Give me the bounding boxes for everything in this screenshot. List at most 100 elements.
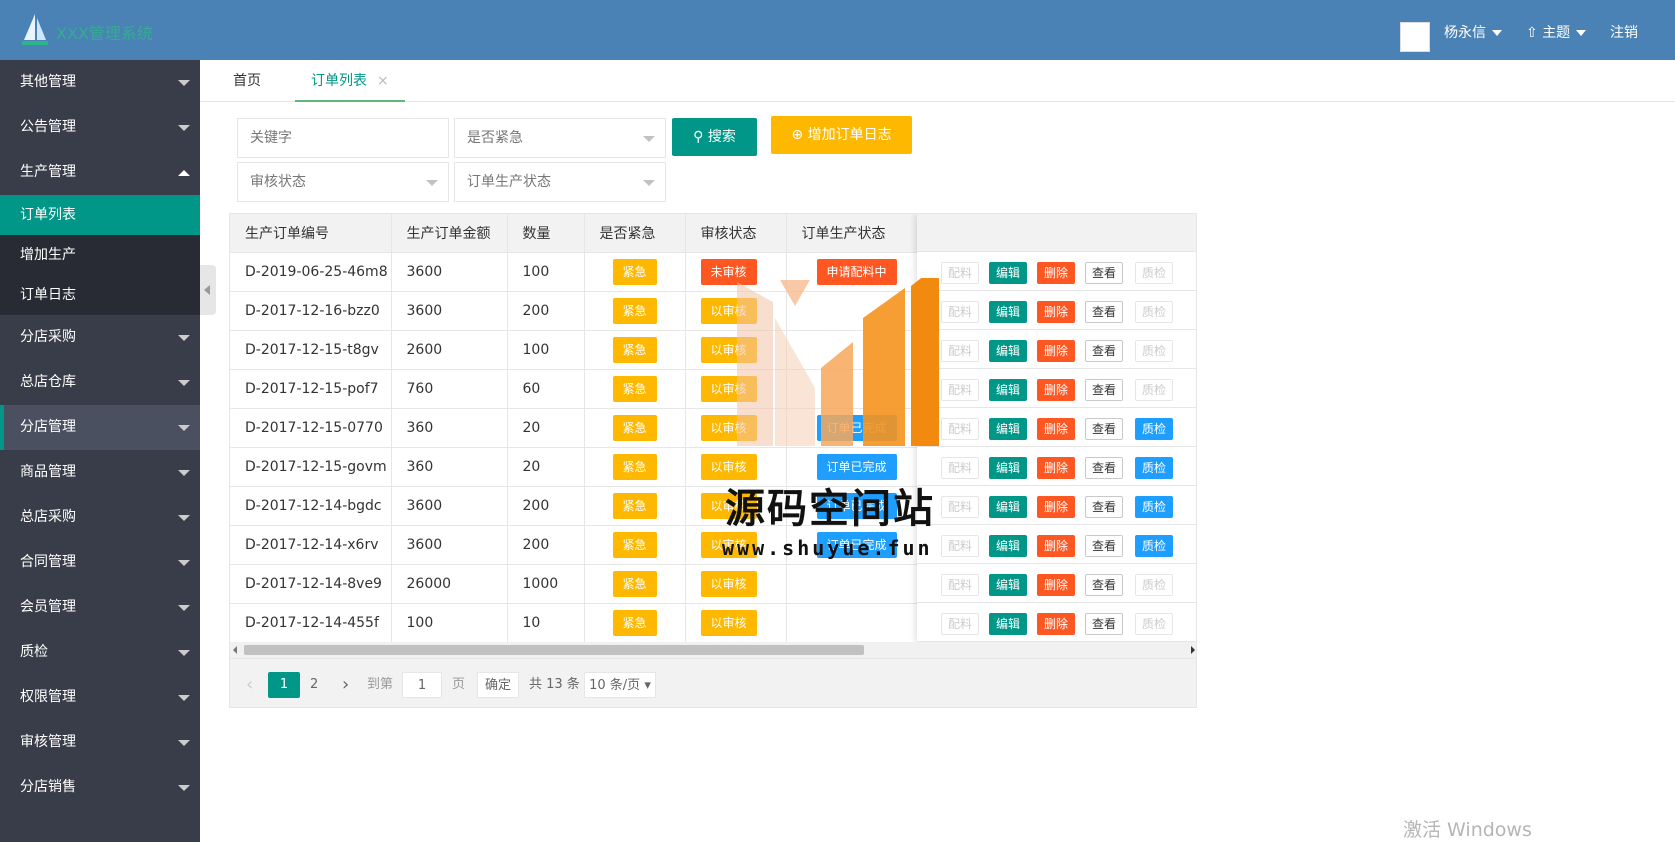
search-button[interactable]: ⚲ 搜索 bbox=[672, 118, 757, 156]
sidebar-item-qc[interactable]: 质检 bbox=[0, 630, 200, 675]
delete-button[interactable]: 删除 bbox=[1037, 340, 1076, 362]
scroll-right-icon[interactable] bbox=[1191, 646, 1195, 654]
edit-button[interactable]: 编辑 bbox=[989, 574, 1028, 596]
scroll-left-icon[interactable] bbox=[233, 646, 237, 654]
view-button[interactable]: 查看 bbox=[1085, 457, 1124, 479]
sidebar-item-production[interactable]: 生产管理 bbox=[0, 150, 200, 195]
delete-button[interactable]: 删除 bbox=[1037, 457, 1076, 479]
sidebar-item-branch-sales[interactable]: 分店销售 bbox=[0, 765, 200, 810]
page-size-value: 10 条/页 bbox=[589, 678, 641, 693]
close-icon[interactable]: × bbox=[377, 73, 389, 89]
watermark-title: 源码空间站 bbox=[725, 486, 935, 532]
qc-button[interactable]: 质检 bbox=[1135, 496, 1174, 518]
edit-button[interactable]: 编辑 bbox=[989, 457, 1028, 479]
sidebar-item-notice[interactable]: 公告管理 bbox=[0, 105, 200, 150]
sidebar-item-member[interactable]: 会员管理 bbox=[0, 585, 200, 630]
col-production[interactable]: 订单生产状态 bbox=[786, 214, 918, 253]
page-suffix: 页 bbox=[452, 677, 466, 692]
goto-label: 到第 bbox=[367, 677, 394, 692]
edit-button[interactable]: 编辑 bbox=[989, 535, 1028, 557]
theme-label: 主题 bbox=[1542, 25, 1571, 41]
production-status-select[interactable]: 订单生产状态 bbox=[454, 162, 666, 202]
cell-qty: 100 bbox=[507, 330, 585, 370]
material-button: 配料 bbox=[941, 496, 980, 518]
cell-qty: 10 bbox=[507, 603, 585, 643]
cell-amount: 360 bbox=[391, 447, 508, 487]
app-logo-text: XXX管理系统 bbox=[56, 24, 153, 43]
view-button[interactable]: 查看 bbox=[1085, 535, 1124, 557]
edit-button[interactable]: 编辑 bbox=[989, 379, 1028, 401]
delete-button[interactable]: 删除 bbox=[1037, 613, 1076, 635]
tab-order-list[interactable]: 订单列表 × bbox=[295, 60, 405, 102]
user-avatar[interactable] bbox=[1400, 22, 1430, 52]
next-page-button[interactable]: › bbox=[342, 672, 349, 698]
delete-button[interactable]: 删除 bbox=[1037, 574, 1076, 596]
view-button[interactable]: 查看 bbox=[1085, 613, 1124, 635]
delete-button[interactable]: 删除 bbox=[1037, 262, 1076, 284]
edit-button[interactable]: 编辑 bbox=[989, 340, 1028, 362]
sidebar-item-permission[interactable]: 权限管理 bbox=[0, 675, 200, 720]
theme-menu[interactable]: ⇧ 主题 bbox=[1526, 22, 1587, 42]
logout-link[interactable]: 注销 bbox=[1610, 22, 1638, 42]
edit-button[interactable]: 编辑 bbox=[989, 496, 1028, 518]
horizontal-scrollbar[interactable] bbox=[230, 642, 1196, 658]
delete-button[interactable]: 删除 bbox=[1037, 301, 1076, 323]
view-button[interactable]: 查看 bbox=[1085, 418, 1124, 440]
sidebar-item-goods[interactable]: 商品管理 bbox=[0, 450, 200, 495]
sidebar-subitem-add-production[interactable]: 增加生产 bbox=[0, 235, 200, 275]
goto-page-input[interactable]: 1 bbox=[402, 672, 442, 698]
qc-button[interactable]: 质检 bbox=[1135, 535, 1174, 557]
sidebar-subitem-order-list[interactable]: 订单列表 bbox=[0, 195, 200, 235]
user-menu[interactable]: 杨永信 bbox=[1444, 22, 1502, 42]
view-button[interactable]: 查看 bbox=[1085, 301, 1124, 323]
prev-page-button[interactable]: ‹ bbox=[246, 672, 253, 698]
cell-amount: 100 bbox=[391, 603, 508, 643]
page-1-button[interactable]: 1 bbox=[268, 672, 300, 698]
col-amount[interactable]: 生产订单金额 bbox=[391, 214, 508, 253]
chevron-down-icon bbox=[426, 180, 438, 186]
sidebar-item-hq-purchase[interactable]: 总店采购 bbox=[0, 495, 200, 540]
sidebar-item-hq-warehouse[interactable]: 总店仓库 bbox=[0, 360, 200, 405]
sidebar-item-branch-manage[interactable]: 分店管理 bbox=[0, 405, 200, 450]
edit-button[interactable]: 编辑 bbox=[989, 613, 1028, 635]
view-button[interactable]: 查看 bbox=[1085, 574, 1124, 596]
qc-button[interactable]: 质检 bbox=[1135, 418, 1174, 440]
view-button[interactable]: 查看 bbox=[1085, 262, 1124, 284]
sidebar-subitem-order-log[interactable]: 订单日志 bbox=[0, 275, 200, 315]
sidebar-item-contract[interactable]: 合同管理 bbox=[0, 540, 200, 585]
cell-urgent: 紧急 bbox=[584, 525, 686, 565]
tab-home[interactable]: 首页 bbox=[233, 60, 261, 102]
delete-button[interactable]: 删除 bbox=[1037, 379, 1076, 401]
add-order-log-button[interactable]: ⊕ 增加订单日志 bbox=[771, 116, 912, 154]
keyword-input[interactable]: 关键字 bbox=[237, 118, 449, 158]
sidebar-item-branch-purchase[interactable]: 分店采购 bbox=[0, 315, 200, 360]
urgent-select[interactable]: 是否紧急 bbox=[454, 118, 666, 158]
delete-button[interactable]: 删除 bbox=[1037, 418, 1076, 440]
audit-status-badge: 以审核 bbox=[700, 570, 757, 597]
page-size-select[interactable]: 10 条/页 ▾ bbox=[584, 672, 656, 698]
view-button[interactable]: 查看 bbox=[1085, 379, 1124, 401]
edit-button[interactable]: 编辑 bbox=[989, 301, 1028, 323]
col-order-id[interactable]: 生产订单编号 bbox=[230, 214, 392, 253]
sailboat-logo-icon bbox=[22, 14, 48, 45]
scrollbar-thumb[interactable] bbox=[244, 645, 864, 655]
sidebar-item-audit[interactable]: 审核管理 bbox=[0, 720, 200, 765]
page-2-button[interactable]: 2 bbox=[310, 672, 318, 698]
action-row: 配料 编辑 删除 查看 质检 bbox=[917, 369, 1196, 408]
edit-button[interactable]: 编辑 bbox=[989, 262, 1028, 284]
col-qty[interactable]: 数量 bbox=[507, 214, 585, 253]
chevron-down-icon bbox=[178, 335, 190, 341]
audit-select[interactable]: 审核状态 bbox=[237, 162, 449, 202]
view-button[interactable]: 查看 bbox=[1085, 496, 1124, 518]
delete-button[interactable]: 删除 bbox=[1037, 535, 1076, 557]
goto-confirm-button[interactable]: 确定 bbox=[477, 672, 519, 698]
user-name: 杨永信 bbox=[1444, 25, 1486, 41]
sidebar-collapse-toggle[interactable] bbox=[200, 265, 216, 315]
col-audit[interactable]: 审核状态 bbox=[685, 214, 787, 253]
edit-button[interactable]: 编辑 bbox=[989, 418, 1028, 440]
delete-button[interactable]: 删除 bbox=[1037, 496, 1076, 518]
col-urgent[interactable]: 是否紧急 bbox=[584, 214, 686, 253]
qc-button[interactable]: 质检 bbox=[1135, 457, 1174, 479]
sidebar-item-other[interactable]: 其他管理 bbox=[0, 60, 200, 105]
view-button[interactable]: 查看 bbox=[1085, 340, 1124, 362]
